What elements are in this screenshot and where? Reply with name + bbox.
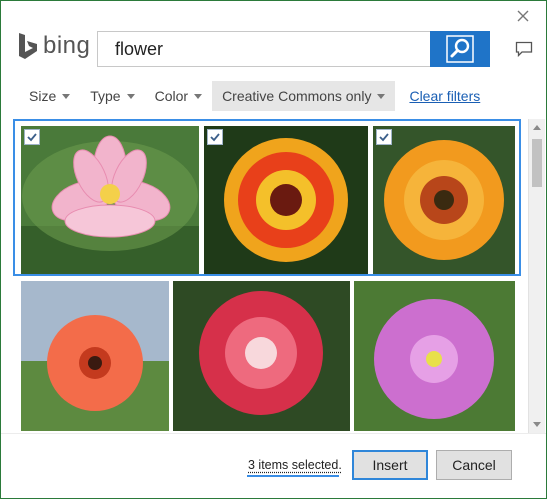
chevron-down-icon — [194, 93, 203, 99]
scroll-down-icon[interactable] — [529, 416, 545, 433]
filter-color-label: Color — [154, 88, 189, 104]
status-underline — [247, 475, 339, 477]
image-result-zinnia[interactable] — [204, 126, 368, 274]
lotus-flower-image — [21, 126, 199, 274]
insert-pictures-dialog: bing Size Type Color Creative Commons — [0, 0, 547, 499]
zinnia-flower-image — [204, 126, 368, 274]
filter-creative-commons[interactable]: Creative Commons only — [212, 81, 396, 111]
filter-bar: Size Type Color Creative Commons only Cl… — [19, 81, 480, 111]
image-result-gazania[interactable] — [373, 126, 515, 274]
scrollbar-thumb[interactable] — [532, 139, 542, 187]
checkmark-icon — [379, 133, 389, 142]
footer-divider — [1, 433, 546, 434]
filter-size[interactable]: Size — [19, 81, 80, 111]
bing-logo-mark — [19, 33, 37, 59]
gazania-flower-image — [373, 126, 515, 274]
checkmark-icon — [27, 133, 37, 142]
image-result-desert-rose[interactable] — [173, 281, 350, 431]
filter-type-label: Type — [90, 88, 121, 104]
search-box — [97, 31, 490, 67]
filter-color[interactable]: Color — [145, 81, 212, 111]
desert-rose-flower-image — [173, 281, 350, 431]
checkmark-icon — [210, 133, 220, 142]
search-input[interactable] — [98, 32, 430, 66]
image-results-grid — [11, 119, 523, 431]
results-scrollbar[interactable] — [528, 119, 545, 433]
selection-status: 3 items selected. — [248, 458, 342, 472]
pink-lily-flower-image — [354, 281, 515, 431]
close-icon[interactable] — [513, 6, 533, 26]
gerbera-flower-image — [21, 281, 169, 431]
search-button[interactable] — [430, 31, 490, 67]
bing-logo: bing — [16, 31, 90, 61]
clear-filters-link[interactable]: Clear filters — [409, 88, 480, 104]
cancel-button[interactable]: Cancel — [436, 450, 512, 480]
feedback-icon[interactable] — [515, 41, 533, 58]
chevron-down-icon — [377, 93, 386, 99]
image-result-lotus[interactable] — [21, 126, 199, 274]
selection-checkbox[interactable] — [376, 129, 392, 145]
scroll-up-icon[interactable] — [529, 119, 545, 136]
filter-size-label: Size — [29, 88, 57, 104]
chevron-down-icon — [126, 93, 135, 99]
selection-checkbox[interactable] — [207, 129, 223, 145]
bing-wordmark: bing — [43, 32, 91, 59]
image-result-gerbera[interactable] — [21, 281, 169, 431]
filter-creative-commons-label: Creative Commons only — [222, 88, 372, 104]
chevron-down-icon — [62, 93, 71, 99]
selection-checkbox[interactable] — [24, 129, 40, 145]
search-icon — [446, 35, 474, 63]
image-result-pink-lily[interactable] — [354, 281, 515, 431]
insert-button[interactable]: Insert — [352, 450, 428, 480]
filter-type[interactable]: Type — [80, 81, 144, 111]
